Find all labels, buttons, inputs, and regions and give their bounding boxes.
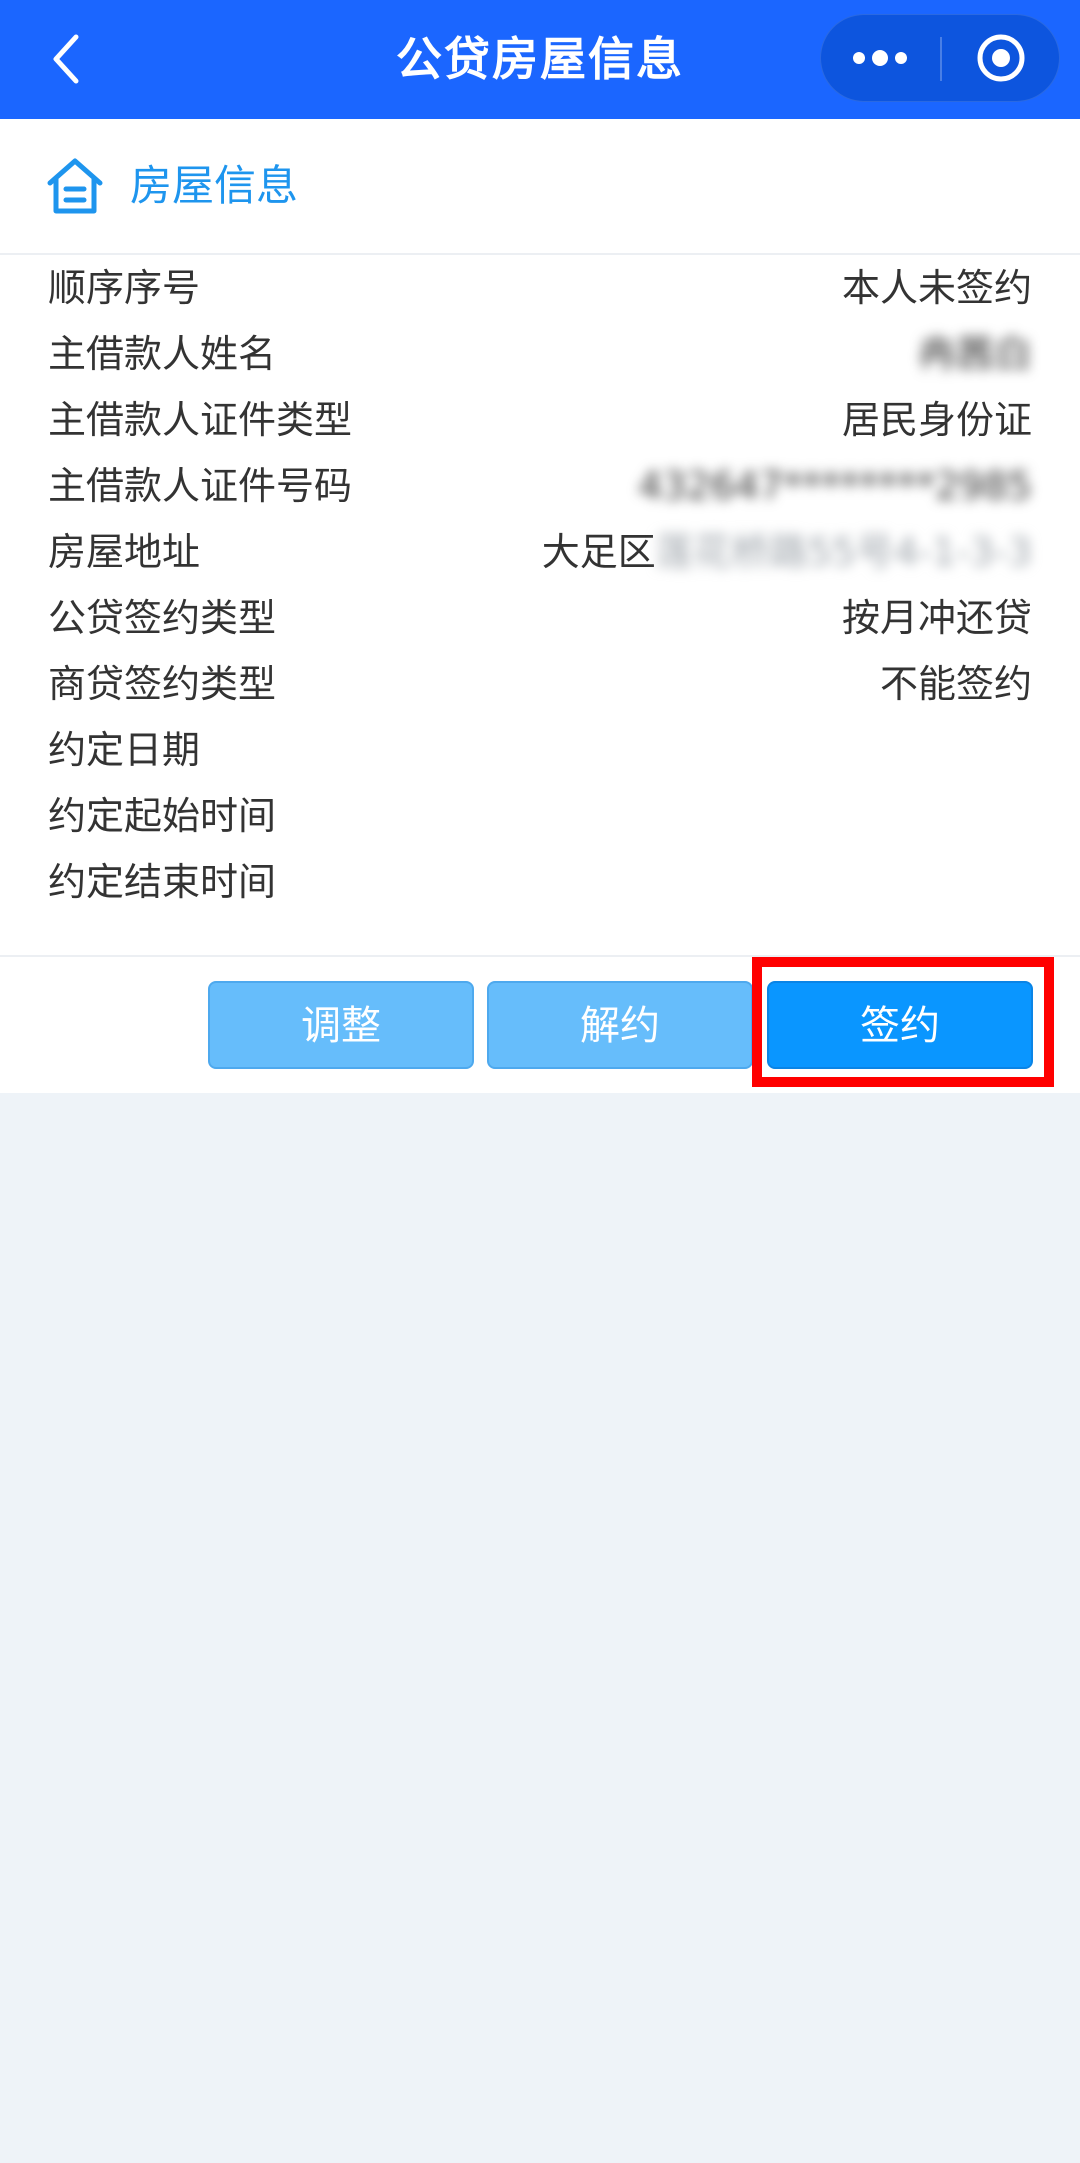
more-dots-icon (853, 50, 907, 66)
row-label: 商贷签约类型 (48, 662, 277, 706)
info-row-agreed-date: 约定日期 (0, 717, 1080, 783)
house-icon (47, 158, 103, 214)
info-row-commercial-loan-type: 商贷签约类型 不能签约 (0, 651, 1080, 717)
row-label: 主借款人证件号码 (48, 464, 353, 508)
target-icon (977, 34, 1025, 82)
row-value-redacted: 432647********2985 (638, 464, 1032, 508)
section-title: 房屋信息 (130, 161, 299, 210)
info-row-end-time: 约定结束时间 (0, 849, 1080, 915)
action-bar: 调整 解约 签约 (0, 955, 1080, 1093)
adjust-button[interactable]: 调整 (208, 981, 474, 1069)
row-value: 本人未签约 (841, 266, 1032, 310)
row-label: 主借款人姓名 (48, 332, 277, 376)
row-label: 约定起始时间 (48, 794, 277, 838)
row-label: 房屋地址 (48, 530, 201, 574)
row-label: 公贷签约类型 (48, 596, 277, 640)
info-row-start-time: 约定起始时间 (0, 783, 1080, 849)
mini-program-capsule (820, 14, 1060, 102)
info-row-sequence: 顺序序号 本人未签约 (0, 255, 1080, 321)
address-district: 大足区 (541, 530, 656, 574)
row-label: 约定日期 (48, 728, 201, 772)
row-value: 按月冲还贷 (841, 596, 1032, 640)
row-value-redacted: 冉茜白 (917, 332, 1032, 376)
more-button[interactable] (821, 15, 939, 101)
info-row-address: 房屋地址 大足区莲花桥路55号4-1-3-3 (0, 519, 1080, 585)
cancel-contract-button[interactable]: 解约 (487, 981, 753, 1069)
section-header: 房屋信息 (0, 119, 1080, 255)
nav-bar: 公贷房屋信息 (0, 0, 1080, 119)
row-label: 顺序序号 (48, 266, 201, 310)
row-label: 主借款人证件类型 (48, 398, 353, 442)
row-value: 居民身份证 (841, 398, 1032, 442)
sign-button[interactable]: 签约 (767, 981, 1033, 1069)
info-row-id-type: 主借款人证件类型 居民身份证 (0, 387, 1080, 453)
house-info-list: 顺序序号 本人未签约 主借款人姓名 冉茜白 主借款人证件类型 居民身份证 主借款… (0, 255, 1080, 955)
address-redacted: 莲花桥路55号4-1-3-3 (655, 530, 1032, 574)
info-row-public-loan-type: 公贷签约类型 按月冲还贷 (0, 585, 1080, 651)
info-row-borrower-name: 主借款人姓名 冉茜白 (0, 321, 1080, 387)
row-label: 约定结束时间 (48, 860, 277, 904)
close-miniprogram-button[interactable] (942, 15, 1060, 101)
info-row-id-number: 主借款人证件号码 432647********2985 (0, 453, 1080, 519)
row-value-address: 大足区莲花桥路55号4-1-3-3 (542, 519, 1032, 585)
row-value: 不能签约 (879, 662, 1032, 706)
